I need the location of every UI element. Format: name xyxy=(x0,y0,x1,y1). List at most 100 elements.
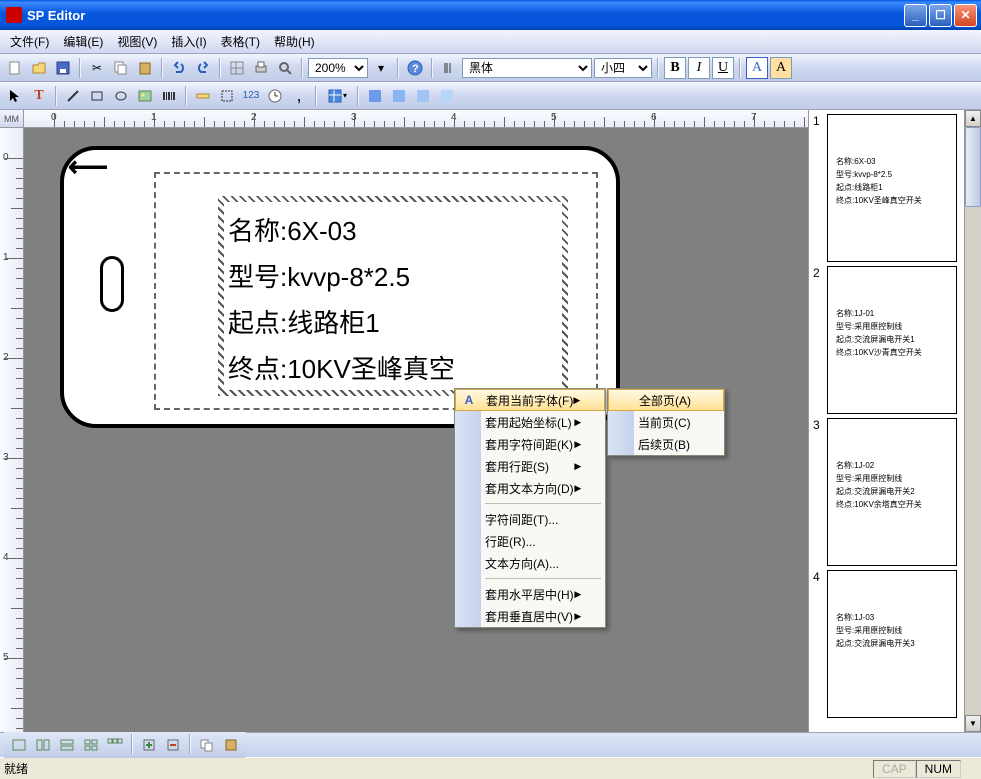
pointer-tool[interactable] xyxy=(4,85,26,107)
table-insert-button[interactable]: ▾ xyxy=(322,85,352,107)
layout-btn-3[interactable] xyxy=(56,734,78,756)
dot-tool[interactable]: , xyxy=(288,85,310,107)
menu-item[interactable]: 套用起始坐标(L)▶ xyxy=(455,411,605,433)
thumbnail-item[interactable]: 2名称:1J-01型号:采用原控制线起点:交流屏漏电开关1终点:10KV沙青真空… xyxy=(809,262,964,414)
image-tool[interactable] xyxy=(134,85,156,107)
select-tool[interactable] xyxy=(216,85,238,107)
barcode-tool[interactable] xyxy=(158,85,180,107)
statusbar: 就绪 CAP NUM xyxy=(0,757,981,779)
scroll-down-button[interactable]: ▼ xyxy=(965,715,981,732)
arrow-icon: ⟵ xyxy=(68,150,108,183)
fontsize-combo[interactable]: 小四 xyxy=(594,58,652,78)
fontcolor-button[interactable]: A xyxy=(746,57,768,79)
menu-file[interactable]: 文件(F) xyxy=(4,31,55,52)
preview-button[interactable] xyxy=(274,57,296,79)
copy-page-button[interactable] xyxy=(196,734,218,756)
copy-button[interactable] xyxy=(110,57,132,79)
minimize-button[interactable]: _ xyxy=(904,4,927,27)
open-button[interactable] xyxy=(28,57,50,79)
ruler-corner: MM xyxy=(0,110,24,128)
toolbar-main: ✂ 200% ▾ ? 黑体 小四 B I U A A xyxy=(0,54,981,82)
fill2-button[interactable] xyxy=(388,85,410,107)
menu-item[interactable]: 套用文本方向(D)▶ xyxy=(455,477,605,499)
thumbnail-item[interactable]: 4名称:1J-03型号:采用原控制线起点:交流屏漏电开关3 xyxy=(809,566,964,718)
horizontal-ruler[interactable]: 01234567 xyxy=(24,110,808,128)
ellipse-tool[interactable] xyxy=(110,85,132,107)
submenu-item[interactable]: 全部页(A) xyxy=(608,389,724,411)
cut-button[interactable]: ✂ xyxy=(86,57,108,79)
scroll-thumb[interactable] xyxy=(965,127,981,207)
grid-button[interactable] xyxy=(226,57,248,79)
menu-item[interactable]: 字符间距(T)... xyxy=(455,508,605,530)
menu-item[interactable]: 套用垂直居中(V)▶ xyxy=(455,605,605,627)
status-cap: CAP xyxy=(873,760,916,778)
scroll-up-button[interactable]: ▲ xyxy=(965,110,981,127)
paste-page-button[interactable] xyxy=(220,734,242,756)
menu-help[interactable]: 帮助(H) xyxy=(268,31,321,52)
thumbnail-item[interactable]: 3名称:1J-02型号:采用原控制线起点:交流屏漏电开关2终点:10KV余塔真空… xyxy=(809,414,964,566)
layout-btn-5[interactable] xyxy=(104,734,126,756)
layout-btn-1[interactable] xyxy=(8,734,30,756)
text-tool[interactable]: T xyxy=(28,85,50,107)
thumbnail-item[interactable]: 1名称:6X-03型号:kvvp-8*2.5起点:线路柜1终点:10KV圣峰真空… xyxy=(809,110,964,262)
menu-item[interactable]: 套用字符间距(K)▶ xyxy=(455,433,605,455)
text-line: 型号:kvvp-8*2.5 xyxy=(228,254,558,300)
app-icon xyxy=(6,7,22,23)
app-title: SP Editor xyxy=(27,8,85,23)
toolbar-tools: T 123 , ▾ xyxy=(0,82,981,110)
svg-text:?: ? xyxy=(412,63,419,75)
menu-item[interactable]: 套用水平居中(H)▶ xyxy=(455,583,605,605)
layout-btn-2[interactable] xyxy=(32,734,54,756)
thumb-scrollbar[interactable]: ▲ ▼ xyxy=(964,110,981,732)
font-combo[interactable]: 黑体 xyxy=(462,58,592,78)
add-page-button[interactable] xyxy=(138,734,160,756)
menu-view[interactable]: 视图(V) xyxy=(111,31,163,52)
remove-page-button[interactable] xyxy=(162,734,184,756)
redo-button[interactable] xyxy=(192,57,214,79)
fill3-button[interactable] xyxy=(412,85,434,107)
undo-button[interactable] xyxy=(168,57,190,79)
bold-button[interactable]: B xyxy=(664,57,686,79)
menu-item[interactable]: 行距(R)... xyxy=(455,530,605,552)
label-object[interactable]: ⟵ 名称:6X-03 型号:kvvp-8*2.5 起点:线路柜1 终点:10KV… xyxy=(60,146,620,428)
menu-insert[interactable]: 插入(I) xyxy=(165,31,212,52)
zoom-combo[interactable]: 200% xyxy=(308,58,368,78)
thumbnail-panel: 1名称:6X-03型号:kvvp-8*2.5起点:线路柜1终点:10KV圣峰真空… xyxy=(808,110,981,732)
workarea: MM 01234567 0123456 ⟵ 名称:6X-03 型号:kvvp-8… xyxy=(0,110,981,732)
print-button[interactable] xyxy=(250,57,272,79)
submenu-item[interactable]: 后续页(B) xyxy=(608,433,724,455)
text-object[interactable]: 名称:6X-03 型号:kvvp-8*2.5 起点:线路柜1 终点:10KV圣峰… xyxy=(218,196,568,396)
save-button[interactable] xyxy=(52,57,74,79)
italic-button[interactable]: I xyxy=(688,57,710,79)
close-button[interactable]: ✕ xyxy=(954,4,977,27)
menu-table[interactable]: 表格(T) xyxy=(215,31,266,52)
rect-tool[interactable] xyxy=(86,85,108,107)
text-line: 终点:10KV圣峰真空 xyxy=(228,346,558,392)
paste-button[interactable] xyxy=(134,57,156,79)
maximize-button[interactable]: ☐ xyxy=(929,4,952,27)
menu-edit[interactable]: 编辑(E) xyxy=(57,31,109,52)
window-controls: _ ☐ ✕ xyxy=(904,4,981,27)
context-submenu: 全部页(A)当前页(C)后续页(B) xyxy=(607,388,725,456)
zoom-dropdown-button[interactable]: ▾ xyxy=(370,57,392,79)
layout-btn-4[interactable] xyxy=(80,734,102,756)
canvas[interactable]: ⟵ 名称:6X-03 型号:kvvp-8*2.5 起点:线路柜1 终点:10KV… xyxy=(24,128,808,732)
help-button[interactable]: ? xyxy=(404,57,426,79)
line-spacing-icon[interactable] xyxy=(438,57,460,79)
fill4-button[interactable] xyxy=(436,85,458,107)
line-tool[interactable] xyxy=(62,85,84,107)
underline-button[interactable]: U xyxy=(712,57,734,79)
vertical-ruler[interactable]: 0123456 xyxy=(0,128,24,732)
time-tool[interactable] xyxy=(264,85,286,107)
text-line: 起点:线路柜1 xyxy=(228,300,558,346)
new-button[interactable] xyxy=(4,57,26,79)
menubar: 文件(F) 编辑(E) 视图(V) 插入(I) 表格(T) 帮助(H) xyxy=(0,30,981,54)
fill-button[interactable] xyxy=(364,85,386,107)
menu-item[interactable]: 套用行距(S)▶ xyxy=(455,455,605,477)
menu-item[interactable]: 文本方向(A)... xyxy=(455,552,605,574)
submenu-item[interactable]: 当前页(C) xyxy=(608,411,724,433)
ruler-tool[interactable] xyxy=(192,85,214,107)
counter-tool[interactable]: 123 xyxy=(240,85,262,107)
highlight-button[interactable]: A xyxy=(770,57,792,79)
menu-item[interactable]: A套用当前字体(F)▶ xyxy=(455,389,605,411)
